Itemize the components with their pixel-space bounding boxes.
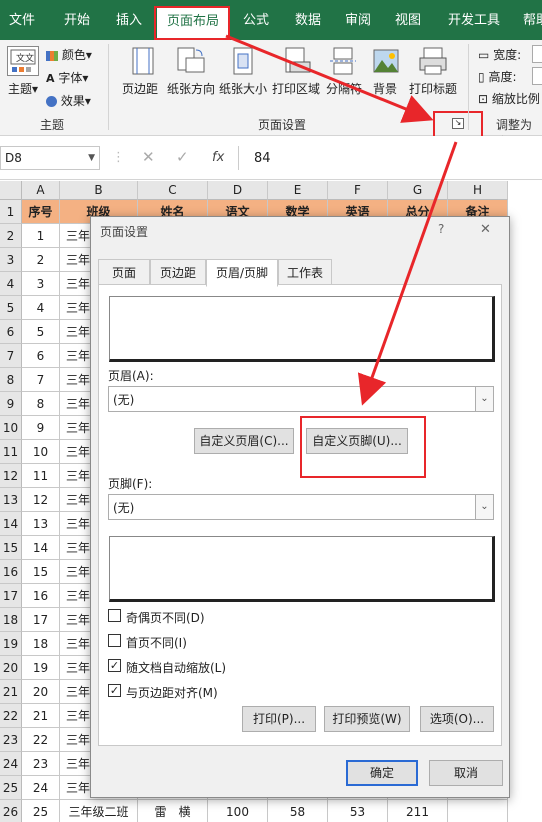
annotation-arrows [225, 34, 458, 406]
arrow-to-launcher [225, 34, 434, 123]
arrow-to-footer-button [357, 141, 458, 406]
excel-window: 文件 开始 插入 页面布局 公式 数据 审阅 视图 开发工具 帮助 文文 主题▾… [0, 0, 542, 822]
